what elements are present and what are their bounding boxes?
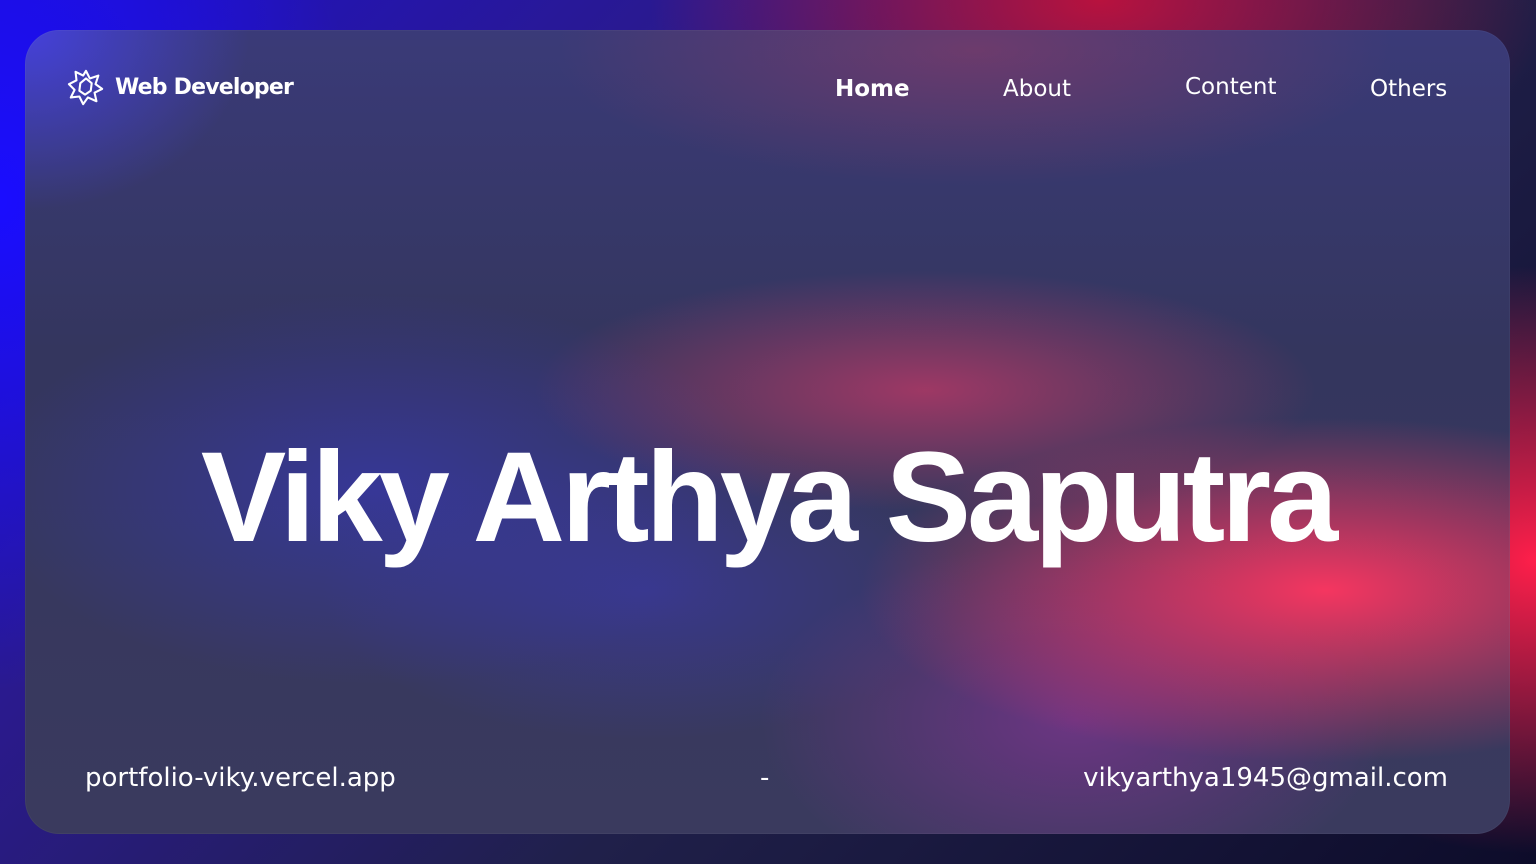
website-link[interactable]: portfolio-viky.vercel.app	[85, 763, 396, 793]
page-background: Web Developer Home About Content Others …	[0, 0, 1536, 864]
hero-card: Web Developer Home About Content Others …	[25, 30, 1510, 834]
nav-item-others[interactable]: Others	[1370, 76, 1447, 102]
nav-item-content[interactable]: Content	[1185, 74, 1276, 100]
footer-separator: -	[760, 763, 770, 793]
nav-item-home[interactable]: Home	[835, 76, 910, 102]
main-nav: Home About Content Others	[25, 74, 1510, 106]
hero-title: Viky Arthya Saputra	[200, 425, 1338, 569]
nav-item-about[interactable]: About	[1003, 76, 1071, 102]
email-link[interactable]: vikyarthya1945@gmail.com	[1083, 763, 1448, 793]
